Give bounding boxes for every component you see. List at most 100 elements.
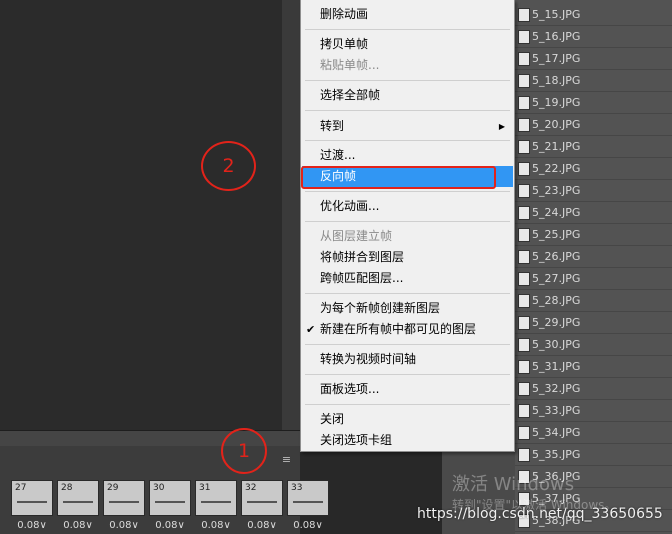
menu-item-paste-frame: 粘贴单帧... — [320, 58, 380, 72]
frame-thumbnail-content — [109, 501, 139, 503]
menu-item-match-layer-across-frames[interactable]: 跨帧匹配图层... — [302, 268, 513, 289]
layer-row[interactable]: 5_21.JPG — [515, 136, 672, 158]
layer-row[interactable]: 5_19.JPG — [515, 92, 672, 114]
layer-row[interactable]: 5_27.JPG — [515, 268, 672, 290]
frame-delay-dropdown[interactable]: 0.08∨ — [241, 520, 283, 531]
frame-thumbnail-content — [247, 501, 277, 503]
layer-name: 5_28.JPG — [532, 294, 581, 307]
animation-frame[interactable]: 29 0.08∨ — [103, 480, 145, 534]
layer-name: 5_24.JPG — [532, 206, 581, 219]
panel-gutter — [282, 0, 300, 430]
layer-row[interactable]: 5_22.JPG — [515, 158, 672, 180]
frame-thumbnail: 33 — [287, 480, 329, 516]
layer-name: 5_18.JPG — [532, 74, 581, 87]
frame-delay-dropdown[interactable]: 0.08∨ — [11, 520, 53, 531]
frame-delay-dropdown[interactable]: 0.08∨ — [57, 520, 99, 531]
chevron-down-icon: ∨ — [223, 520, 231, 531]
layer-row[interactable]: 5_24.JPG — [515, 202, 672, 224]
layer-name: 5_35.JPG — [532, 448, 581, 461]
source-url: https://blog.csdn.net/qq_33650655 — [417, 506, 663, 522]
layer-name: 5_29.JPG — [532, 316, 581, 329]
frame-delay-value: 0.08 — [293, 520, 316, 531]
frame-delay-dropdown[interactable]: 0.08∨ — [195, 520, 237, 531]
menu-item-close[interactable]: 关闭 — [302, 409, 513, 430]
frame-delay-dropdown[interactable]: 0.08∨ — [287, 520, 329, 531]
layer-thumbnail — [518, 184, 530, 198]
layer-row[interactable]: 5_31.JPG — [515, 356, 672, 378]
menu-separator — [305, 110, 510, 111]
layer-thumbnail — [518, 316, 530, 330]
menu-item-flatten-frames-into-layers[interactable]: 将帧拼合到图层 — [302, 247, 513, 268]
menu-separator — [305, 404, 510, 405]
layer-name: 5_15.JPG — [532, 8, 581, 21]
submenu-arrow-icon: ▶ — [498, 122, 505, 131]
frame-delay-value: 0.08 — [247, 520, 270, 531]
layer-name: 5_22.JPG — [532, 162, 581, 175]
menu-separator — [305, 191, 510, 192]
animation-frame[interactable]: 27 0.08∨ — [11, 480, 53, 534]
layer-name: 5_26.JPG — [532, 250, 581, 263]
menu-item-select-all-frames[interactable]: 选择全部帧 — [302, 85, 513, 106]
menu-item-optimize-animation[interactable]: 优化动画... — [302, 196, 513, 217]
animation-frame[interactable]: 33 0.08∨ — [287, 480, 329, 534]
menu-item-copy-frame[interactable]: 拷贝单帧 — [302, 34, 513, 55]
frame-number: 33 — [291, 483, 303, 493]
layer-row[interactable]: 5_35.JPG — [515, 444, 672, 466]
layer-row[interactable]: 5_28.JPG — [515, 290, 672, 312]
menu-item-go-to[interactable]: 转到 ▶ — [302, 116, 513, 137]
layer-row[interactable]: 5_32.JPG — [515, 378, 672, 400]
animation-frame[interactable]: 28 0.08∨ — [57, 480, 99, 534]
menu-item-convert-to-video-timeline[interactable]: 转换为视频时间轴 — [302, 349, 513, 370]
frame-thumbnail: 32 — [241, 480, 283, 516]
frame-thumbnail: 29 — [103, 480, 145, 516]
layer-row[interactable]: 5_33.JPG — [515, 400, 672, 422]
layer-thumbnail — [518, 294, 530, 308]
frame-number: 28 — [61, 483, 73, 493]
layer-thumbnail — [518, 382, 530, 396]
menu-item-delete-animation[interactable]: 删除动画 — [302, 4, 513, 25]
layer-name: 5_34.JPG — [532, 426, 581, 439]
chevron-down-icon: ∨ — [131, 520, 139, 531]
frame-number: 30 — [153, 483, 165, 493]
layer-name: 5_25.JPG — [532, 228, 581, 241]
layer-row[interactable]: 5_34.JPG — [515, 422, 672, 444]
menu-item-tween[interactable]: 过渡... — [302, 145, 513, 166]
layer-row[interactable]: 5_29.JPG — [515, 312, 672, 334]
menu-item-create-new-layer-for-each-frame[interactable]: 为每个新帧创建新图层 — [302, 298, 513, 319]
menu-item-new-layers-visible-in-all-frames[interactable]: ✔ 新建在所有帧中都可见的图层 — [302, 319, 513, 340]
frame-delay-value: 0.08 — [155, 520, 178, 531]
animation-frame[interactable]: 31 0.08∨ — [195, 480, 237, 534]
layer-row[interactable]: 5_30.JPG — [515, 334, 672, 356]
annotation-circle-1: 1 — [221, 428, 267, 474]
layer-thumbnail — [518, 426, 530, 440]
layer-row[interactable]: 5_23.JPG — [515, 180, 672, 202]
layer-row[interactable]: 5_20.JPG — [515, 114, 672, 136]
layer-row[interactable]: 5_25.JPG — [515, 224, 672, 246]
layer-row[interactable]: 5_26.JPG — [515, 246, 672, 268]
animation-frame[interactable]: 32 0.08∨ — [241, 480, 283, 534]
layer-name: 5_21.JPG — [532, 140, 581, 153]
menu-item-close-tab-group[interactable]: 关闭选项卡组 — [302, 430, 513, 451]
animation-frame[interactable]: 30 0.08∨ — [149, 480, 191, 534]
frame-delay-value: 0.08 — [63, 520, 86, 531]
menu-item-label: 新建在所有帧中都可见的图层 — [320, 322, 477, 336]
layer-thumbnail — [518, 162, 530, 176]
layer-name: 5_31.JPG — [532, 360, 581, 373]
layer-row[interactable]: 5_16.JPG — [515, 26, 672, 48]
layer-thumbnail — [518, 360, 530, 374]
layer-row[interactable]: 5_15.JPG — [515, 4, 672, 26]
layer-thumbnail — [518, 448, 530, 462]
menu-item-panel-options[interactable]: 面板选项... — [302, 379, 513, 400]
layer-thumbnail — [518, 52, 530, 66]
chevron-down-icon: ∨ — [39, 520, 47, 531]
panel-menu-icon[interactable]: ≡ — [281, 454, 292, 465]
layer-row[interactable]: 5_17.JPG — [515, 48, 672, 70]
frame-delay-dropdown[interactable]: 0.08∨ — [149, 520, 191, 531]
frame-delay-dropdown[interactable]: 0.08∨ — [103, 520, 145, 531]
frame-number: 31 — [199, 483, 211, 493]
frame-thumbnail-content — [63, 501, 93, 503]
chevron-down-icon: ∨ — [269, 520, 277, 531]
layer-thumbnail — [518, 206, 530, 220]
layer-thumbnail — [518, 96, 530, 110]
layer-row[interactable]: 5_18.JPG — [515, 70, 672, 92]
